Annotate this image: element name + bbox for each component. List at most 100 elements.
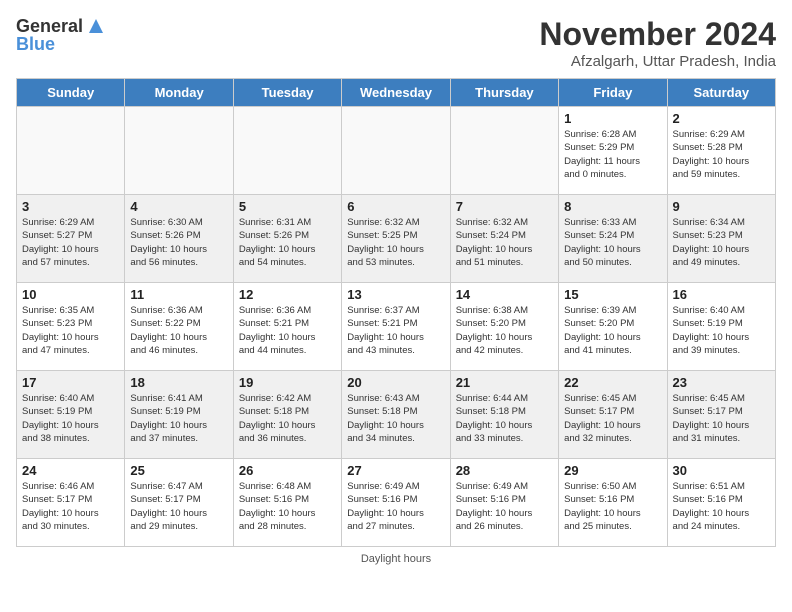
logo-blue-text: Blue xyxy=(16,34,107,56)
cell-info: Sunrise: 6:41 AMSunset: 5:19 PMDaylight:… xyxy=(130,392,227,445)
day-header-thursday: Thursday xyxy=(450,79,558,107)
calendar-header-row: SundayMondayTuesdayWednesdayThursdayFrid… xyxy=(17,79,776,107)
cell-info: Sunrise: 6:42 AMSunset: 5:18 PMDaylight:… xyxy=(239,392,336,445)
day-header-friday: Friday xyxy=(559,79,667,107)
day-number: 28 xyxy=(456,463,553,478)
day-number: 19 xyxy=(239,375,336,390)
calendar-cell: 17 Sunrise: 6:40 AMSunset: 5:19 PMDayligh… xyxy=(17,371,125,459)
calendar-cell: 11 Sunrise: 6:36 AMSunset: 5:22 PMDayligh… xyxy=(125,283,233,371)
cell-info: Sunrise: 6:38 AMSunset: 5:20 PMDaylight:… xyxy=(456,304,553,357)
cell-info: Sunrise: 6:40 AMSunset: 5:19 PMDaylight:… xyxy=(22,392,119,445)
day-number: 18 xyxy=(130,375,227,390)
calendar-cell: 28Sunrise: 6:49 AMSunset: 5:16 PMDayligh… xyxy=(450,459,558,547)
calendar-cell: 26Sunrise: 6:48 AMSunset: 5:16 PMDayligh… xyxy=(233,459,341,547)
calendar-cell: 2 Sunrise: 6:29 AMSunset: 5:28 PMDaylight… xyxy=(667,107,775,195)
day-number: 7 xyxy=(456,199,553,214)
cell-info: Sunrise: 6:32 AMSunset: 5:25 PMDaylight:… xyxy=(347,216,444,269)
day-header-monday: Monday xyxy=(125,79,233,107)
calendar-week-5: 24Sunrise: 6:46 AMSunset: 5:17 PMDayligh… xyxy=(17,459,776,547)
day-number: 16 xyxy=(673,287,770,302)
cell-info: Sunrise: 6:36 AMSunset: 5:22 PMDaylight:… xyxy=(130,304,227,357)
cell-info: Sunrise: 6:45 AMSunset: 5:17 PMDaylight:… xyxy=(673,392,770,445)
day-number: 11 xyxy=(130,287,227,302)
calendar-cell: 9Sunrise: 6:34 AMSunset: 5:23 PMDaylight… xyxy=(667,195,775,283)
day-number: 9 xyxy=(673,199,770,214)
calendar-cell xyxy=(233,107,341,195)
day-header-saturday: Saturday xyxy=(667,79,775,107)
day-number: 29 xyxy=(564,463,661,478)
cell-info: Sunrise: 6:44 AMSunset: 5:18 PMDaylight:… xyxy=(456,392,553,445)
daylight-note: Daylight hours xyxy=(361,553,431,565)
cell-info: Sunrise: 6:36 AMSunset: 5:21 PMDaylight:… xyxy=(239,304,336,357)
day-number: 3 xyxy=(22,199,119,214)
calendar-cell: 18 Sunrise: 6:41 AMSunset: 5:19 PMDayligh… xyxy=(125,371,233,459)
cell-info: Sunrise: 6:32 AMSunset: 5:24 PMDaylight:… xyxy=(456,216,553,269)
cell-info: Sunrise: 6:30 AMSunset: 5:26 PMDaylight:… xyxy=(130,216,227,269)
day-number: 24 xyxy=(22,463,119,478)
cell-info: Sunrise: 6:29 AMSunset: 5:27 PMDaylight:… xyxy=(22,216,119,269)
cell-info: Sunrise: 6:37 AMSunset: 5:21 PMDaylight:… xyxy=(347,304,444,357)
calendar-cell: 6 Sunrise: 6:32 AMSunset: 5:25 PMDaylight… xyxy=(342,195,450,283)
cell-info: Sunrise: 6:29 AMSunset: 5:28 PMDaylight:… xyxy=(673,128,770,181)
calendar-cell: 19 Sunrise: 6:42 AMSunset: 5:18 PMDayligh… xyxy=(233,371,341,459)
calendar-cell: 14 Sunrise: 6:38 AMSunset: 5:20 PMDayligh… xyxy=(450,283,558,371)
title-block: November 2024 Afzalgarh, Uttar Pradesh, … xyxy=(539,16,776,70)
calendar-cell: 23 Sunrise: 6:45 AMSunset: 5:17 PMDayligh… xyxy=(667,371,775,459)
calendar-body: 1 Sunrise: 6:28 AMSunset: 5:29 PMDaylight… xyxy=(17,107,776,547)
calendar-cell: 30 Sunrise: 6:51 AMSunset: 5:16 PMDayligh… xyxy=(667,459,775,547)
calendar-week-4: 17 Sunrise: 6:40 AMSunset: 5:19 PMDayligh… xyxy=(17,371,776,459)
day-number: 26 xyxy=(239,463,336,478)
calendar-cell: 10Sunrise: 6:35 AMSunset: 5:23 PMDayligh… xyxy=(17,283,125,371)
calendar-cell xyxy=(17,107,125,195)
calendar-week-3: 10Sunrise: 6:35 AMSunset: 5:23 PMDayligh… xyxy=(17,283,776,371)
cell-info: Sunrise: 6:47 AMSunset: 5:17 PMDaylight:… xyxy=(130,480,227,533)
calendar-week-2: 3 Sunrise: 6:29 AMSunset: 5:27 PMDaylight… xyxy=(17,195,776,283)
day-header-wednesday: Wednesday xyxy=(342,79,450,107)
day-number: 12 xyxy=(239,287,336,302)
calendar-title: November 2024 xyxy=(539,16,776,53)
cell-info: Sunrise: 6:51 AMSunset: 5:16 PMDaylight:… xyxy=(673,480,770,533)
cell-info: Sunrise: 6:40 AMSunset: 5:19 PMDaylight:… xyxy=(673,304,770,357)
calendar-cell xyxy=(342,107,450,195)
calendar-cell: 8 Sunrise: 6:33 AMSunset: 5:24 PMDaylight… xyxy=(559,195,667,283)
calendar-cell: 22 Sunrise: 6:45 AMSunset: 5:17 PMDayligh… xyxy=(559,371,667,459)
cell-info: Sunrise: 6:31 AMSunset: 5:26 PMDaylight:… xyxy=(239,216,336,269)
cell-info: Sunrise: 6:35 AMSunset: 5:23 PMDaylight:… xyxy=(22,304,119,357)
day-number: 5 xyxy=(239,199,336,214)
day-number: 14 xyxy=(456,287,553,302)
logo: General Blue xyxy=(16,16,107,55)
calendar-cell: 27Sunrise: 6:49 AMSunset: 5:16 PMDayligh… xyxy=(342,459,450,547)
cell-info: Sunrise: 6:39 AMSunset: 5:20 PMDaylight:… xyxy=(564,304,661,357)
day-header-tuesday: Tuesday xyxy=(233,79,341,107)
calendar-cell: 20Sunrise: 6:43 AMSunset: 5:18 PMDayligh… xyxy=(342,371,450,459)
day-number: 8 xyxy=(564,199,661,214)
calendar-subtitle: Afzalgarh, Uttar Pradesh, India xyxy=(539,53,776,70)
cell-info: Sunrise: 6:49 AMSunset: 5:16 PMDaylight:… xyxy=(347,480,444,533)
day-number: 30 xyxy=(673,463,770,478)
day-number: 23 xyxy=(673,375,770,390)
day-number: 1 xyxy=(564,111,661,126)
calendar-cell xyxy=(450,107,558,195)
day-number: 2 xyxy=(673,111,770,126)
day-number: 21 xyxy=(456,375,553,390)
calendar-cell xyxy=(125,107,233,195)
calendar-cell: 21 Sunrise: 6:44 AMSunset: 5:18 PMDayligh… xyxy=(450,371,558,459)
calendar-week-1: 1 Sunrise: 6:28 AMSunset: 5:29 PMDaylight… xyxy=(17,107,776,195)
calendar-cell: 7 Sunrise: 6:32 AMSunset: 5:24 PMDaylight… xyxy=(450,195,558,283)
day-number: 22 xyxy=(564,375,661,390)
cell-info: Sunrise: 6:43 AMSunset: 5:18 PMDaylight:… xyxy=(347,392,444,445)
cell-info: Sunrise: 6:45 AMSunset: 5:17 PMDaylight:… xyxy=(564,392,661,445)
footer-note: Daylight hours xyxy=(16,553,776,565)
calendar-cell: 3 Sunrise: 6:29 AMSunset: 5:27 PMDaylight… xyxy=(17,195,125,283)
day-number: 4 xyxy=(130,199,227,214)
day-number: 17 xyxy=(22,375,119,390)
cell-info: Sunrise: 6:28 AMSunset: 5:29 PMDaylight:… xyxy=(564,128,661,181)
day-number: 6 xyxy=(347,199,444,214)
day-number: 25 xyxy=(130,463,227,478)
calendar-cell: 25 Sunrise: 6:47 AMSunset: 5:17 PMDayligh… xyxy=(125,459,233,547)
day-header-sunday: Sunday xyxy=(17,79,125,107)
calendar-cell: 5 Sunrise: 6:31 AMSunset: 5:26 PMDaylight… xyxy=(233,195,341,283)
header: General Blue November 2024 Afzalgarh, Ut… xyxy=(16,16,776,70)
calendar-cell: 4 Sunrise: 6:30 AMSunset: 5:26 PMDaylight… xyxy=(125,195,233,283)
cell-info: Sunrise: 6:33 AMSunset: 5:24 PMDaylight:… xyxy=(564,216,661,269)
